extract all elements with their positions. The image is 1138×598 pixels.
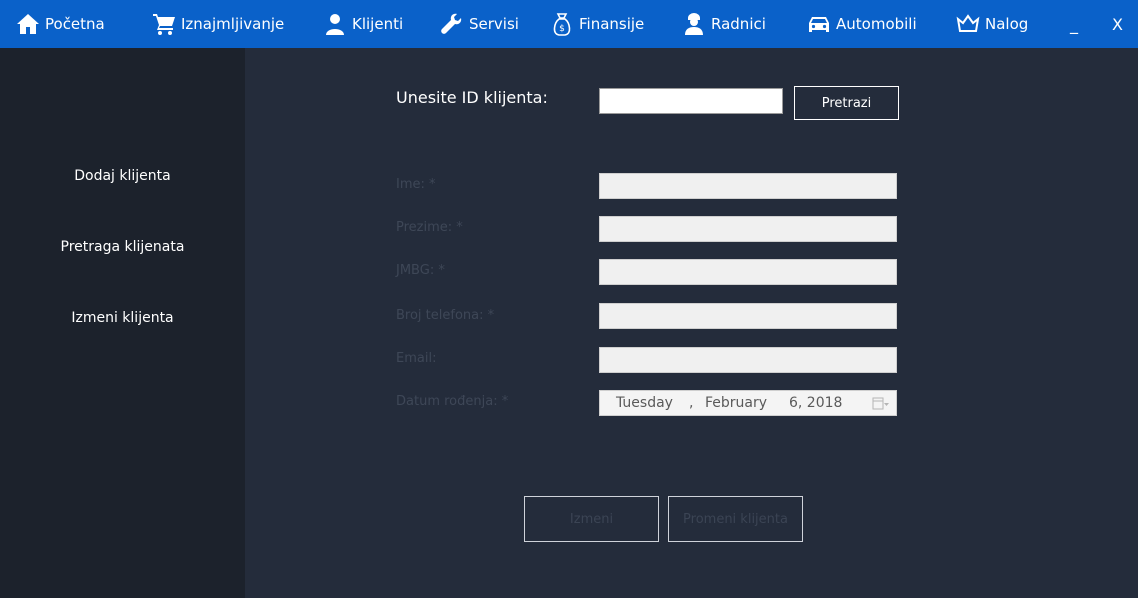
email-label: Email:: [396, 351, 437, 366]
nav-item-automobili[interactable]: Automobili: [807, 0, 917, 48]
phone-label: Broj telefona: *: [396, 308, 495, 323]
sidebar-item-dodaj-klijenta[interactable]: Dodaj klijenta: [0, 168, 245, 184]
sidebar-item-izmeni-klijenta[interactable]: Izmeni klijenta: [0, 310, 245, 326]
cart-icon: [153, 14, 175, 35]
birth-date-label: Datum rođenja: *: [396, 394, 509, 409]
home-icon: [17, 14, 39, 34]
nav-item-label: Automobili: [836, 15, 917, 33]
nav-item-label: Početna: [45, 15, 105, 33]
nav-item-iznajmljivanje[interactable]: Iznajmljivanje: [152, 0, 284, 48]
change-client-button[interactable]: Promeni klijenta: [668, 496, 803, 542]
client-id-input[interactable]: [599, 88, 783, 114]
email-field[interactable]: [599, 347, 897, 373]
nav-item-label: Iznajmljivanje: [181, 15, 285, 33]
nav-item-finansije[interactable]: $ Finansije: [550, 0, 644, 48]
minimize-button[interactable]: _: [1070, 0, 1078, 48]
last-name-field[interactable]: [599, 216, 897, 242]
last-name-label: Prezime: *: [396, 220, 463, 235]
main-content: Unesite ID klijenta: Pretrazi Ime: * Pre…: [245, 48, 1138, 598]
nav-item-label: Finansije: [579, 15, 645, 33]
date-month: February: [705, 395, 768, 411]
edit-button[interactable]: Izmeni: [524, 496, 659, 542]
search-button[interactable]: Pretrazi: [794, 86, 899, 120]
date-comma: ,: [689, 395, 694, 411]
money-bag-icon: $: [553, 13, 571, 36]
crown-icon: [956, 14, 980, 32]
nav-item-nalog[interactable]: Nalog: [956, 0, 1028, 48]
jmbg-field[interactable]: [599, 259, 897, 285]
sidebar-item-pretraga-klijenata[interactable]: Pretraga klijenata: [0, 239, 245, 255]
nav-item-label: Radnici: [711, 15, 766, 33]
birth-date-picker[interactable]: Tuesday , February 6, 2018: [599, 390, 897, 416]
client-id-label: Unesite ID klijenta:: [396, 88, 548, 107]
svg-text:$: $: [559, 24, 565, 34]
nav-item-servisi[interactable]: Servisi: [440, 0, 519, 48]
calendar-dropdown-icon[interactable]: [872, 396, 890, 411]
date-day-year: 6, 2018: [789, 395, 843, 411]
nav-item-radnici[interactable]: Radnici: [682, 0, 766, 48]
car-icon: [809, 17, 829, 32]
sidebar: Dodaj klijenta Pretraga klijenata Izmeni…: [0, 48, 245, 598]
nav-item-klijenti[interactable]: Klijenti: [323, 0, 403, 48]
first-name-field[interactable]: [599, 173, 897, 199]
first-name-label: Ime: *: [396, 177, 436, 192]
user-icon: [326, 14, 344, 35]
close-button[interactable]: X: [1112, 0, 1123, 48]
worker-icon: [685, 13, 703, 35]
nav-item-label: Klijenti: [352, 15, 404, 33]
nav-item-label: Nalog: [985, 15, 1029, 33]
nav-item-label: Servisi: [469, 15, 519, 33]
wrench-icon: [441, 13, 462, 34]
top-nav-bar: Početna Iznajmljivanje Klijenti Servisi …: [0, 0, 1138, 48]
date-weekday: Tuesday: [616, 395, 673, 411]
nav-item-pocetna[interactable]: Početna: [16, 0, 105, 48]
phone-field[interactable]: [599, 303, 897, 329]
jmbg-label: JMBG: *: [396, 263, 445, 278]
